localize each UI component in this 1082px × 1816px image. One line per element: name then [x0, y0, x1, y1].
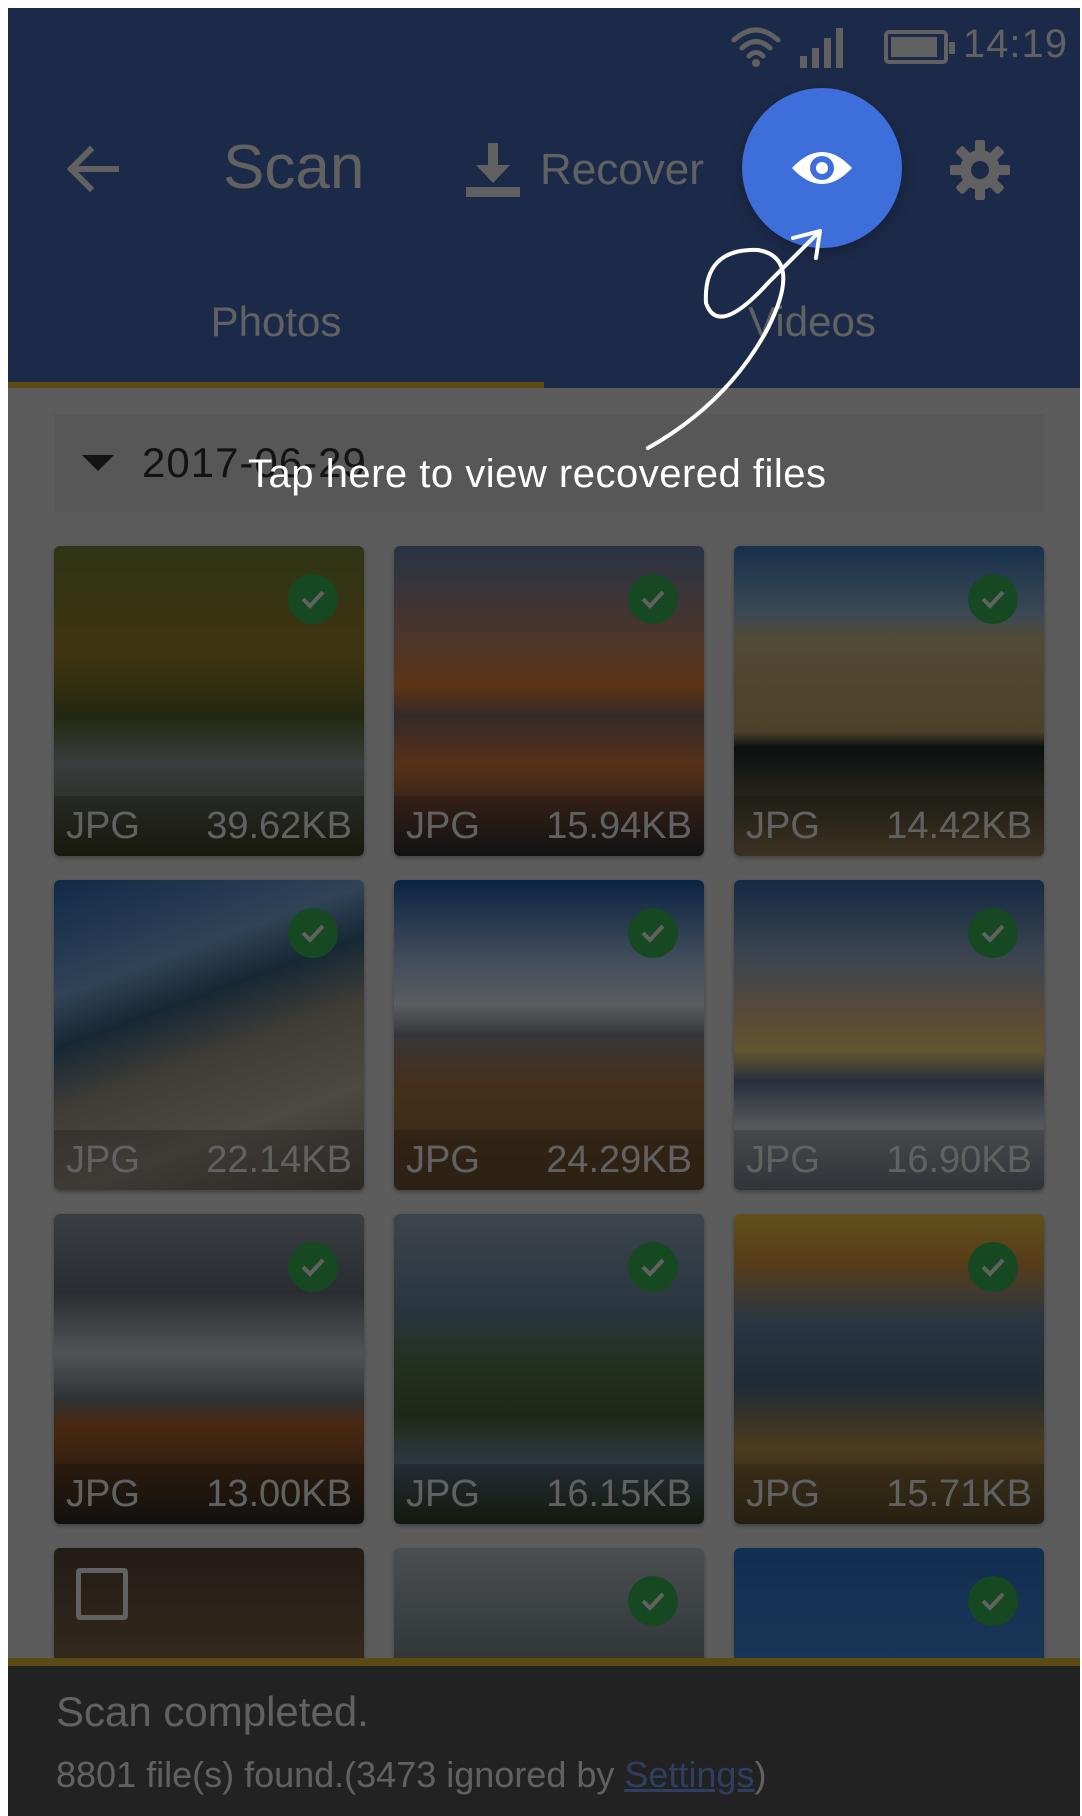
file-size: 16.15KB — [546, 1472, 692, 1515]
check-icon[interactable] — [968, 574, 1018, 624]
file-size: 15.71KB — [886, 1472, 1032, 1515]
file-meta: JPG 13.00KB — [54, 1464, 364, 1524]
file-type: JPG — [66, 1472, 140, 1515]
file-type: JPG — [746, 804, 820, 847]
check-icon[interactable] — [968, 1242, 1018, 1292]
check-icon[interactable] — [628, 1242, 678, 1292]
file-size: 24.29KB — [546, 1138, 692, 1181]
check-icon[interactable] — [288, 1242, 338, 1292]
file-size: 15.94KB — [546, 804, 692, 847]
eye-icon — [792, 152, 852, 184]
snackbar-message: 8801 file(s) found.(3473 ignored by Sett… — [56, 1754, 766, 1796]
snackbar-message-prefix: 8801 file(s) found.(3473 ignored by — [56, 1754, 625, 1795]
app-bar: 14:19 Scan Recover Photos Videos — [8, 8, 1080, 388]
file-size: 39.62KB — [206, 804, 352, 847]
file-size: 22.14KB — [206, 1138, 352, 1181]
check-icon[interactable] — [628, 574, 678, 624]
recover-button[interactable]: Recover — [464, 138, 704, 202]
checkbox-empty-icon[interactable] — [76, 1568, 128, 1620]
page-title: Scan — [223, 133, 365, 202]
file-list: 2017-06-29 JPG 39.62KB JPG 15.94KB JPG 14.4… — [8, 388, 1080, 1816]
file-type: JPG — [406, 804, 480, 847]
status-time: 14:19 — [962, 22, 1068, 66]
tab-photos[interactable]: Photos — [8, 298, 544, 346]
photo-tile[interactable]: JPG 15.94KB — [394, 546, 704, 856]
file-size: 13.00KB — [206, 1472, 352, 1515]
file-type: JPG — [66, 1138, 140, 1181]
file-type: JPG — [746, 1138, 820, 1181]
check-icon[interactable] — [628, 1576, 678, 1626]
snackbar-title: Scan completed. — [56, 1688, 369, 1735]
check-icon[interactable] — [288, 908, 338, 958]
file-size: 14.42KB — [886, 804, 1032, 847]
file-type: JPG — [746, 1472, 820, 1515]
file-meta: JPG 16.15KB — [394, 1464, 704, 1524]
check-icon[interactable] — [628, 908, 678, 958]
file-type: JPG — [406, 1472, 480, 1515]
photo-tile[interactable]: JPG 39.62KB — [54, 546, 364, 856]
status-bar: 14:19 — [8, 8, 1080, 88]
photo-tile[interactable]: JPG 15.71KB — [734, 1214, 1044, 1524]
signal-icon — [800, 28, 843, 68]
curved-arrow-icon — [646, 229, 822, 450]
tab-bar: Photos Videos — [8, 248, 1080, 388]
snackbar-accent-bar — [8, 1658, 1080, 1666]
caret-down-icon — [82, 455, 114, 471]
file-meta: JPG 16.90KB — [734, 1130, 1044, 1190]
file-meta: JPG 22.14KB — [54, 1130, 364, 1190]
file-meta: JPG 15.71KB — [734, 1464, 1044, 1524]
toolbar: Scan Recover — [8, 88, 1080, 248]
check-icon[interactable] — [288, 574, 338, 624]
gear-icon[interactable] — [948, 138, 1012, 202]
photo-tile[interactable]: JPG 24.29KB — [394, 880, 704, 1190]
file-meta: JPG 14.42KB — [734, 796, 1044, 856]
app-screen: 14:19 Scan Recover Photos Videos 2017-06… — [8, 8, 1080, 1816]
scan-status-snackbar: Scan completed. 8801 file(s) found.(3473… — [8, 1658, 1080, 1816]
photo-tile[interactable]: JPG 22.14KB — [54, 880, 364, 1190]
file-meta: JPG 24.29KB — [394, 1130, 704, 1190]
check-icon[interactable] — [968, 908, 1018, 958]
wifi-icon — [731, 27, 781, 67]
file-type: JPG — [66, 804, 140, 847]
photo-tile[interactable]: JPG 13.00KB — [54, 1214, 364, 1524]
file-type: JPG — [406, 1138, 480, 1181]
arrow-left-icon[interactable] — [64, 140, 122, 198]
check-icon[interactable] — [968, 1576, 1018, 1626]
photo-tile[interactable]: JPG 14.42KB — [734, 546, 1044, 856]
recover-label: Recover — [540, 145, 704, 194]
file-size: 16.90KB — [886, 1138, 1032, 1181]
settings-link[interactable]: Settings — [624, 1754, 754, 1795]
coach-mark-text: Tap here to view recovered files — [248, 452, 827, 496]
snackbar-message-suffix: ) — [754, 1754, 767, 1795]
download-icon — [466, 143, 520, 197]
battery-icon — [884, 30, 955, 64]
photo-tile[interactable]: JPG 16.15KB — [394, 1214, 704, 1524]
file-meta: JPG 15.94KB — [394, 796, 704, 856]
view-recovered-button[interactable] — [742, 88, 902, 248]
photo-tile[interactable]: JPG 16.90KB — [734, 880, 1044, 1190]
file-meta: JPG 39.62KB — [54, 796, 364, 856]
